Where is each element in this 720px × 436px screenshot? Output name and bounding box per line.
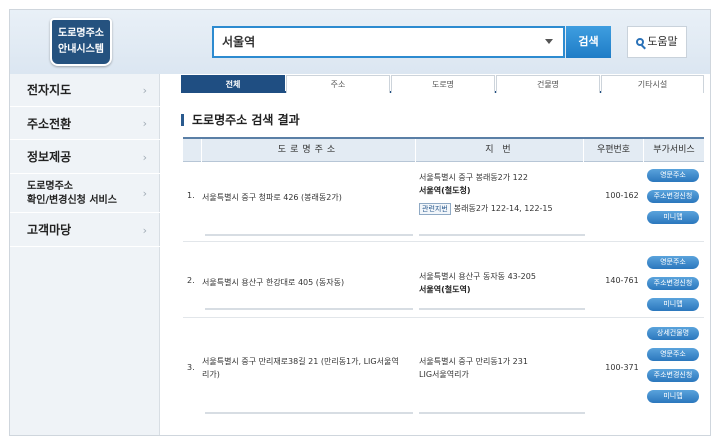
sidebar-item-info[interactable]: 정보제공 ›: [10, 141, 160, 174]
jibun-building: 서울역(철도청): [419, 186, 471, 195]
english-address-button[interactable]: 영문주소: [647, 169, 699, 182]
divider: [419, 234, 585, 236]
jibun-address: 서울특별시 중구 봉래동2가 122 서울역(철도청) 관련지번 봉래동2가 12…: [419, 171, 584, 215]
road-address[interactable]: 서울특별시 중구 만리재로38길 21 (만리동1가, LIG서울역리가): [202, 355, 402, 381]
row-number: 3.: [187, 363, 195, 372]
header-zip: 우편번호: [583, 139, 643, 162]
service-buttons: 영문주소 주소변경신청 미니맵: [647, 256, 701, 319]
jibun-line1: 서울특별시 중구 봉래동2가 122: [419, 173, 528, 182]
row-number: 2.: [187, 276, 195, 285]
tab-road-name[interactable]: 도로명: [391, 75, 495, 93]
tab-all[interactable]: 전체: [181, 75, 285, 93]
building-detail-button[interactable]: 상세건물명: [647, 327, 699, 340]
header-index: [183, 139, 201, 162]
help-button[interactable]: 도움말: [627, 26, 687, 58]
sidebar-item-label-2: 확인/변경신청 서비스: [27, 195, 117, 206]
search-box: [212, 26, 565, 58]
header-services: 부가서비스: [643, 139, 704, 162]
divider: [205, 412, 413, 414]
sidebar-item-customer[interactable]: 고객마당 ›: [10, 214, 160, 247]
tab-other-facilities[interactable]: 기타시설: [601, 75, 704, 93]
header-jibun: 지 번: [415, 139, 583, 162]
address-change-button[interactable]: 주소변경신청: [647, 277, 699, 290]
related-jibun: 봉래동2가 122-14, 122-15: [453, 204, 553, 213]
section-title: 도로명주소 검색 결과: [181, 114, 300, 126]
divider: [205, 234, 413, 236]
service-buttons: 영문주소 주소변경신청 미니맵: [647, 169, 701, 232]
sidebar-item-label: 고객마당: [27, 223, 72, 237]
sidebar-item-change-request[interactable]: 도로명주소 확인/변경신청 서비스 ›: [10, 175, 160, 213]
jibun-building: 서울역(철도역): [419, 285, 471, 294]
sidebar-item-map[interactable]: 전자지도 ›: [10, 74, 160, 107]
dropdown-arrow-icon[interactable]: [545, 39, 553, 44]
app-window: 도로명주소 안내시스템 검색 도움말 전자지도 › 주소전환 › 정보제공 › …: [9, 9, 711, 436]
row-number: 1.: [187, 191, 195, 200]
minimap-button[interactable]: 미니맵: [647, 298, 699, 311]
sidebar-item-label: 주소전환: [27, 117, 72, 131]
divider: [419, 412, 585, 414]
sidebar-item-label: 전자지도: [27, 83, 72, 97]
minimap-button[interactable]: 미니맵: [647, 390, 699, 403]
chevron-right-icon: ›: [142, 117, 147, 130]
magnifier-icon: [636, 38, 645, 46]
sidebar-item-label: 도로명주소: [27, 181, 73, 192]
search-button[interactable]: 검색: [566, 26, 611, 58]
chevron-right-icon: ›: [142, 84, 147, 97]
logo-line1: 도로명주소: [58, 28, 104, 39]
service-buttons: 상세건물명 영문주소 주소변경신청 미니맵: [647, 327, 701, 411]
search-input[interactable]: [222, 34, 532, 48]
tab-building-name[interactable]: 건물명: [496, 75, 600, 93]
help-label: 도움말: [647, 35, 678, 48]
divider: [419, 308, 585, 310]
sidebar: 전자지도 › 주소전환 › 정보제공 › 도로명주소 확인/변경신청 서비스 ›…: [10, 74, 160, 435]
chevron-right-icon: ›: [142, 187, 147, 200]
jibun-address: 서울특별시 중구 만리동1가 231 LIG서울역리가: [419, 355, 584, 381]
header-road-address: 도로명주소: [201, 139, 415, 162]
minimap-button[interactable]: 미니맵: [647, 211, 699, 224]
divider: [205, 308, 413, 310]
header: 도로명주소 안내시스템 검색 도움말: [10, 10, 710, 74]
sidebar-item-label: 정보제공: [27, 150, 72, 164]
related-jibun-badge[interactable]: 관련지번: [419, 203, 451, 215]
jibun-line1: 서울특별시 중구 만리동1가 231: [419, 357, 528, 366]
address-change-button[interactable]: 주소변경신청: [647, 190, 699, 203]
sidebar-item-convert[interactable]: 주소전환 ›: [10, 108, 160, 140]
jibun-address: 서울특별시 용산구 동자동 43-205 서울역(철도역): [419, 270, 584, 296]
site-logo[interactable]: 도로명주소 안내시스템: [50, 18, 112, 66]
address-change-button[interactable]: 주소변경신청: [647, 369, 699, 382]
table-row: 1. 서울특별시 중구 청파로 426 (봉래동2가) 서울특별시 중구 봉래동…: [183, 162, 704, 242]
english-address-button[interactable]: 영문주소: [647, 256, 699, 269]
english-address-button[interactable]: 영문주소: [647, 348, 699, 361]
chevron-right-icon: ›: [142, 224, 147, 237]
jibun-building: LIG서울역리가: [419, 370, 469, 379]
table-row: 2. 서울특별시 용산구 한강대로 405 (동자동) 서울특별시 용산구 동자…: [183, 242, 704, 318]
chevron-right-icon: ›: [142, 151, 147, 164]
road-address[interactable]: 서울특별시 중구 청파로 426 (봉래동2가): [202, 191, 412, 204]
result-tabs: 전체 주소 도로명 건물명 기타시설: [181, 75, 704, 93]
table-row: 3. 서울특별시 중구 만리재로38길 21 (만리동1가, LIG서울역리가)…: [183, 318, 704, 418]
tab-address[interactable]: 주소: [286, 75, 390, 93]
table-header: 도로명주소 지 번 우편번호 부가서비스: [183, 137, 704, 162]
road-address[interactable]: 서울특별시 용산구 한강대로 405 (동자동): [202, 276, 412, 289]
logo-line2: 안내시스템: [58, 44, 104, 55]
jibun-line1: 서울특별시 용산구 동자동 43-205: [419, 272, 536, 281]
